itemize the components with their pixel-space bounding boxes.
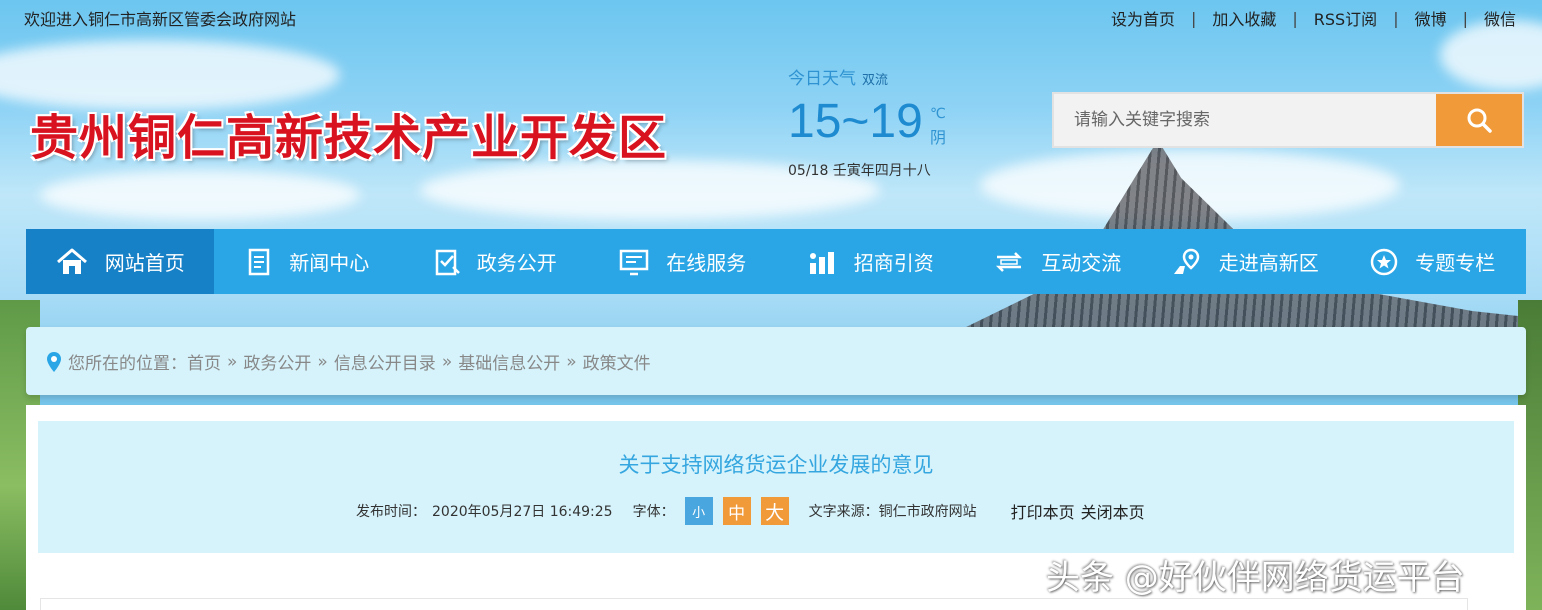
nav-item-investment[interactable]: 招商引资: [776, 229, 964, 294]
main-nav: 网站首页 新闻中心 政务公开 在线服务 招商引资 互动交流 走进高新区 专题专栏: [26, 229, 1526, 294]
weibo-link[interactable]: 微博: [1415, 6, 1447, 30]
investment-icon: [809, 251, 834, 274]
close-page-link[interactable]: 关闭本页: [1081, 499, 1145, 523]
nav-label: 网站首页: [104, 251, 185, 275]
temperature-range: 15~19: [788, 95, 923, 148]
rss-link[interactable]: RSS订阅: [1314, 6, 1377, 30]
watermark-text: 头条 @好伙伴网络货运平台: [1046, 558, 1465, 598]
nav-label: 互动交流: [1041, 251, 1122, 275]
temperature-unit: ℃: [930, 106, 946, 122]
welcome-text: 欢迎进入铜仁市高新区管委会政府网站: [24, 10, 297, 29]
article-body: [40, 598, 1468, 610]
search-button[interactable]: [1436, 94, 1522, 146]
exchange-icon: [996, 251, 1023, 272]
cloud-decoration: [40, 170, 360, 220]
wechat-link[interactable]: 微信: [1484, 6, 1516, 30]
breadcrumb-item-policy-docs[interactable]: 政策文件: [583, 349, 651, 374]
breadcrumb-separator: »: [441, 351, 453, 372]
breadcrumb-item-government-affairs[interactable]: 政务公开: [243, 349, 311, 374]
separator: |: [1393, 8, 1399, 28]
weather-label: 今日天气: [788, 69, 856, 89]
star-icon: [1371, 248, 1398, 275]
document-icon: [249, 248, 270, 275]
monitor-icon: [620, 249, 649, 275]
weather-date: 05/18 壬寅年四月十八: [788, 163, 931, 179]
separator: |: [1292, 8, 1298, 28]
article-meta: 发布时间： 2020年05月27日 16:49:25 字体： 小 中 大 文字来…: [356, 497, 1145, 525]
location-pin-icon: [47, 351, 61, 372]
add-favorite-link[interactable]: 加入收藏: [1212, 6, 1276, 30]
site-logo-title[interactable]: 贵州铜仁高新技术产业开发区: [30, 98, 667, 168]
nav-label: 招商引资: [853, 251, 934, 275]
nav-item-news[interactable]: 新闻中心: [214, 229, 402, 294]
weather-widget: 今日天气 双流 15~19 ℃ 阴 05/18 壬寅年四月十八: [788, 64, 946, 179]
separator: |: [1190, 8, 1197, 28]
nav-item-special-topics[interactable]: 专题专栏: [1339, 229, 1527, 294]
search-icon: [1467, 108, 1492, 133]
checklist-icon: [435, 249, 460, 275]
font-medium-button[interactable]: 中: [722, 497, 751, 525]
search-bar: [1052, 92, 1524, 148]
breadcrumb-item-home[interactable]: 首页: [187, 349, 221, 374]
nav-label: 政务公开: [476, 251, 557, 275]
weather-condition: 阴: [930, 128, 947, 147]
font-small-button[interactable]: 小: [684, 497, 713, 525]
article-header: 关于支持网络货运企业发展的意见 发布时间： 2020年05月27日 16:49:…: [38, 421, 1514, 553]
nav-item-enter-zone[interactable]: 走进高新区: [1151, 229, 1339, 294]
breadcrumb-separator: »: [317, 351, 328, 372]
weather-city: 双流: [862, 73, 889, 88]
article-title: 关于支持网络货运企业发展的意见: [618, 453, 934, 477]
nav-item-home[interactable]: 网站首页: [26, 229, 214, 294]
nav-item-online-service[interactable]: 在线服务: [589, 229, 777, 294]
breadcrumb-prefix: 您所在的位置：: [68, 354, 187, 374]
font-size-label: 字体：: [632, 504, 675, 520]
nav-label: 走进高新区: [1218, 251, 1319, 275]
breadcrumb-item-basic-info[interactable]: 基础信息公开: [458, 349, 560, 374]
separator: |: [1462, 8, 1468, 28]
nav-item-government-affairs[interactable]: 政务公开: [401, 229, 589, 294]
publish-time-label: 发布时间：: [356, 504, 426, 520]
breadcrumb-item-info-directory[interactable]: 信息公开目录: [334, 349, 436, 374]
map-pin-icon: [1173, 248, 1200, 274]
home-icon: [56, 248, 87, 274]
top-links: 设为首页 | 加入收藏 | RSS订阅 | 微博 | 微信: [1111, 6, 1516, 30]
top-bar: 欢迎进入铜仁市高新区管委会政府网站 设为首页 | 加入收藏 | RSS订阅 | …: [0, 0, 1542, 34]
nav-label: 新闻中心: [289, 251, 370, 275]
search-input[interactable]: [1054, 94, 1436, 146]
nav-label: 专题专栏: [1415, 251, 1496, 275]
font-large-button[interactable]: 大: [760, 497, 789, 525]
publish-time-value: 2020年05月27日 16:49:25: [432, 504, 613, 520]
breadcrumb-separator: »: [227, 351, 238, 372]
nav-label: 在线服务: [666, 251, 747, 275]
nav-item-interaction[interactable]: 互动交流: [964, 229, 1152, 294]
print-page-link[interactable]: 打印本页: [1011, 499, 1075, 523]
breadcrumb-panel: 您所在的位置： 首页 » 政务公开 » 信息公开目录 » 基础信息公开 » 政策…: [26, 327, 1526, 395]
article-source: 文字来源：铜仁市政府网站: [808, 504, 977, 520]
breadcrumb: 您所在的位置： 首页 » 政务公开 » 信息公开目录 » 基础信息公开 » 政策…: [46, 349, 651, 374]
breadcrumb-separator: »: [566, 351, 577, 372]
set-homepage-link[interactable]: 设为首页: [1111, 6, 1175, 30]
